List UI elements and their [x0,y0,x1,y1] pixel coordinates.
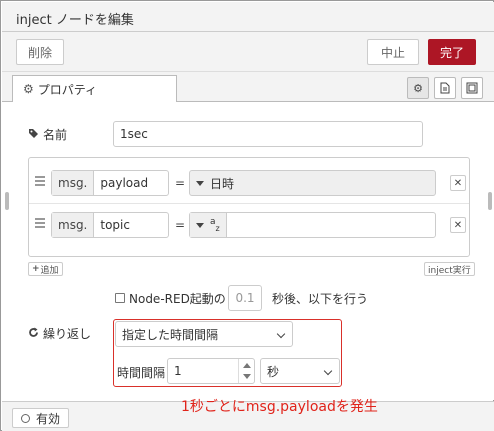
equals-sign: = [175,176,186,190]
property-list: msg. payload = 日時 ✕ msg. topic = a z ✕ [28,157,470,257]
delete-button[interactable]: 削除 [16,39,64,65]
caret-down-icon [196,222,204,228]
equals-sign: = [175,218,186,232]
name-input[interactable]: 1sec [113,121,423,147]
tab-properties[interactable]: ⚙ プロパティ [12,75,177,103]
property-key-value: payload [100,176,149,190]
property-value-type: 日時 [210,176,235,191]
dialog-title: inject ノードを編集 [16,13,134,28]
remove-property-button[interactable]: ✕ [450,217,466,233]
string-type-icon-sub: z [215,223,220,233]
chevron-down-icon [323,366,333,376]
layout-icon [466,82,478,94]
cancel-button[interactable]: 中止 [367,39,419,65]
interval-unit-select[interactable]: 秒 [260,358,340,384]
remove-property-button[interactable]: ✕ [450,175,466,191]
inject-now-button[interactable]: inject実行 [424,262,475,276]
startup-checkbox[interactable] [115,293,125,303]
repeat-icon [28,327,39,341]
string-type-selector[interactable]: a z [190,213,227,237]
add-property-button[interactable]: + 追加 [28,262,63,276]
properties-panel: 名前 1sec msg. payload = 日時 ✕ msg. topic =… [2,102,494,400]
startup-delay-input[interactable]: 0.1 [228,285,262,311]
property-key-input[interactable]: msg. payload [51,170,169,196]
dialog-toolbar: 削除 中止 完了 [2,32,494,72]
enabled-toggle[interactable]: 有効 [12,408,70,428]
startup-suffix: 秒後、以下を行う [272,292,369,306]
msg-type-selector[interactable]: msg. [52,171,95,195]
circle-icon [21,413,30,423]
gear-icon: ⚙ [23,82,34,96]
tag-icon [28,128,39,142]
interval-unit-value: 秒 [267,364,280,379]
chevron-down-icon [276,329,286,339]
spin-down-icon[interactable] [243,374,251,379]
msg-type-selector[interactable]: msg. [52,213,95,237]
name-label: 名前 [43,128,68,142]
document-icon [440,82,450,94]
plus-icon: + [32,264,40,274]
tab-settings[interactable]: ⚙ [407,77,429,99]
caret-down-icon [196,180,204,186]
tab-bar: ⚙ プロパティ ⚙ [2,72,494,103]
spin-up-icon[interactable] [243,363,251,368]
repeat-mode-select[interactable]: 指定した時間間隔 [115,321,293,347]
property-row: msg. topic = a z ✕ [29,204,469,246]
tab-description[interactable] [434,77,456,99]
add-property-label: 追加 [40,265,59,276]
startup-label: Node-RED起動の [129,292,226,306]
dialog-titlebar: inject ノードを編集 [2,2,494,32]
repeat-label: 繰り返し [43,327,92,341]
drag-handle-icon[interactable] [35,176,45,188]
done-button[interactable]: 完了 [428,39,476,65]
gear-icon: ⚙ [413,81,423,95]
tab-properties-label: プロパティ [37,82,98,97]
interval-value: 1 [174,364,182,378]
property-value-input[interactable]: a z [189,212,436,238]
property-row: msg. payload = 日時 ✕ [29,162,469,204]
tab-appearance[interactable] [461,77,483,99]
interval-label: 時間間隔 [117,366,166,380]
property-key-value: topic [100,218,130,232]
resize-handle-right[interactable] [488,192,492,210]
edit-dialog: inject ノードを編集 削除 中止 完了 ⚙ プロパティ ⚙ 名前 1sec… [0,0,494,431]
property-key-input[interactable]: msg. topic [51,212,169,238]
enabled-label: 有効 [36,411,61,426]
repeat-label-row: 繰り返し [28,325,91,342]
name-label-row: 名前 [28,126,67,143]
repeat-mode-value: 指定した時間間隔 [122,327,219,342]
resize-handle-left[interactable] [5,192,9,210]
drag-handle-icon[interactable] [35,218,45,230]
annotation-text: 1秒ごとにmsg.payloadを発生 [181,399,378,415]
property-value-select[interactable]: 日時 [189,170,436,196]
interval-input[interactable]: 1 [167,358,255,384]
interval-spinner[interactable] [238,359,254,383]
